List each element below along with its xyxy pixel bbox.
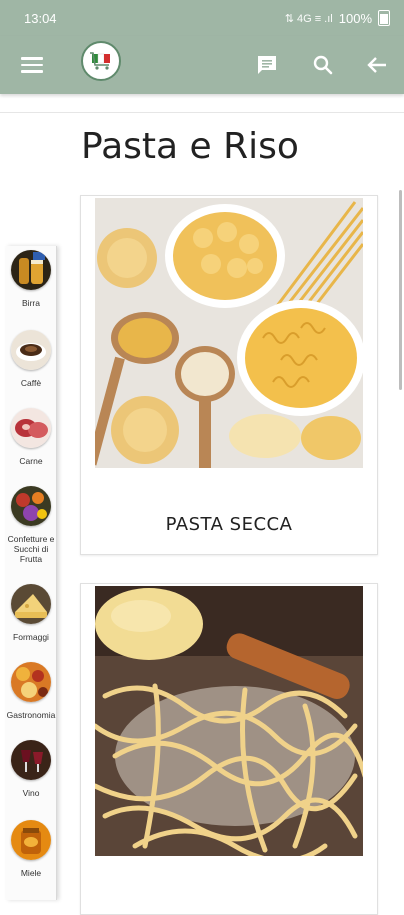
sidebar-item-confetture[interactable]: Confetture e Succhi di Frutta [6,486,56,564]
sidebar-item-label: Vino [22,788,40,798]
gastronomy-thumbnail [11,662,51,702]
sidebar-item-label: Carne [19,456,43,466]
honey-thumbnail [11,820,51,860]
sidebar-item-label: Birra [22,298,40,308]
beer-thumbnail [11,250,51,290]
store-logo-icon[interactable] [81,41,121,81]
battery-icon [378,10,390,26]
meat-thumbnail [11,408,51,448]
fresh-pasta-image [95,586,363,856]
coffee-thumbnail [11,330,51,370]
arrow-back-icon[interactable] [360,48,394,82]
status-bar: 13:04 ⇅ 4G ≡ .ıl 100% [0,0,404,36]
chat-icon[interactable] [250,48,284,82]
product-card-pasta-secca[interactable]: PASTA SECCA [80,195,378,555]
dry-pasta-image [95,198,363,468]
jam-thumbnail [11,486,51,526]
sidebar-item-label: Gastronomia [6,710,56,720]
sidebar-item-label: Formaggi [13,632,49,642]
sidebar-item-carne[interactable]: Carne [6,408,56,466]
network-indicators: ⇅ 4G ≡ .ıl [284,12,333,25]
sidebar-item-label: Confetture e Succhi di Frutta [7,534,55,564]
sidebar-item-gastronomia[interactable]: Gastronomia [6,662,56,720]
wine-thumbnail [11,740,51,780]
product-caption: PASTA SECCA [165,514,293,535]
sidebar-item-formaggi[interactable]: Formaggi [6,584,56,642]
search-icon[interactable] [306,48,340,82]
sidebar-item-vino[interactable]: Vino [6,740,56,798]
battery-percent: 100% [338,10,372,26]
hamburger-menu-icon[interactable] [15,48,49,82]
cheese-thumbnail [11,584,51,624]
sidebar-item-miele[interactable]: Miele [6,820,56,878]
status-indicators: ⇅ 4G ≡ .ıl 100% [285,10,390,26]
sidebar-item-label: Miele [20,868,42,878]
product-card-fresh-pasta[interactable] [80,583,378,915]
divider [0,112,404,113]
sidebar-item-label: Caffè [20,378,42,388]
sidebar-item-birra[interactable]: Birra [6,250,56,308]
status-time: 13:04 [24,11,57,26]
sidebar-item-caffe[interactable]: Caffè [6,330,56,388]
page-title: Pasta e Riso [81,126,299,167]
category-sidebar: Birra Caffè Carne Confetture e Succhi di… [6,246,57,900]
scroll-indicator[interactable] [399,190,402,390]
app-bar [0,36,404,94]
